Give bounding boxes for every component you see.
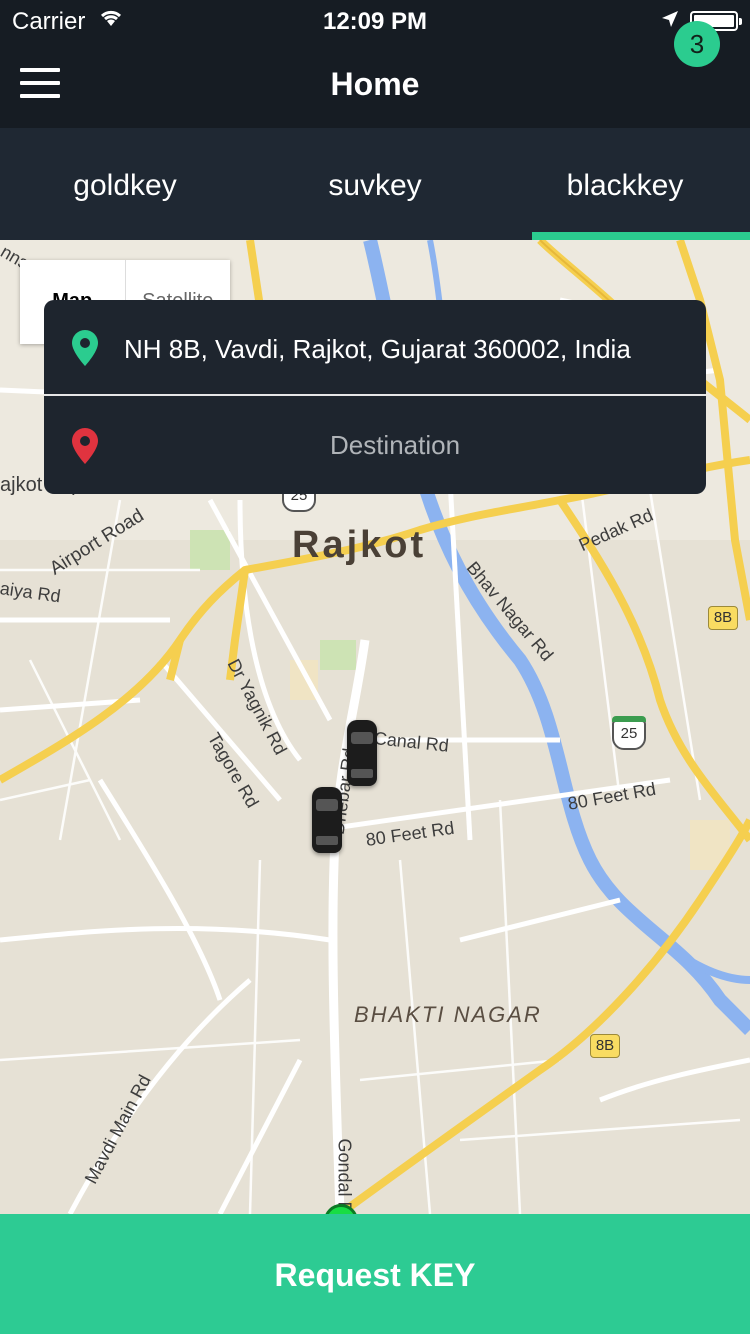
location-arrow-icon (662, 11, 678, 27)
vehicle-tabs: goldkey suvkey blackkey (0, 128, 750, 240)
map-label-city: Rajkot (292, 524, 427, 566)
request-key-button[interactable]: Request KEY (0, 1214, 750, 1334)
national-highway-shield: 25 (612, 716, 646, 750)
notification-badge[interactable]: 3 (674, 21, 720, 67)
pickup-pin-icon (72, 330, 98, 366)
map-label-bhakti-nagar: BHAKTI NAGAR (354, 1002, 542, 1027)
top-bar: Carrier 12:09 PM 3 Home (0, 0, 750, 128)
tab-suvkey[interactable]: suvkey (250, 128, 500, 240)
car-icon (347, 720, 377, 786)
pickup-row[interactable]: NH 8B, Vavdi, Rajkot, Gujarat 360002, In… (44, 300, 706, 396)
tab-goldkey[interactable]: goldkey (0, 128, 250, 240)
status-bar: Carrier 12:09 PM (0, 0, 750, 40)
destination-input[interactable]: Destination (124, 430, 706, 461)
page-title: Home (330, 66, 420, 102)
map-label-gondal-road: Gondal Rd (334, 1138, 355, 1215)
route-card: NH 8B, Vavdi, Rajkot, Gujarat 360002, In… (44, 300, 706, 494)
status-time: 12:09 PM (322, 8, 428, 35)
highway-shield-8b: 8B (590, 1034, 620, 1058)
car-icon (312, 787, 342, 853)
tab-blackkey[interactable]: blackkey (500, 128, 750, 240)
pickup-address: NH 8B, Vavdi, Rajkot, Gujarat 360002, In… (124, 334, 631, 364)
destination-pin-icon (72, 428, 98, 464)
highway-shield-8b: 8B (708, 606, 738, 630)
